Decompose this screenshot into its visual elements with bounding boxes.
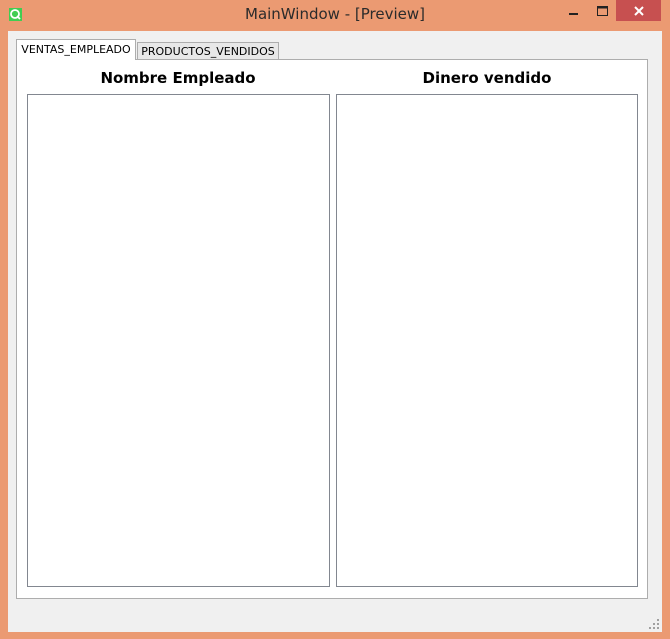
close-button[interactable] xyxy=(616,0,661,21)
dinero-vendido-list[interactable] xyxy=(336,94,638,587)
tab-ventas-empleado[interactable]: VENTAS_EMPLEADO xyxy=(16,39,136,60)
resize-grip-icon[interactable] xyxy=(649,619,659,629)
minimize-button[interactable] xyxy=(559,0,589,21)
client-area: VENTAS_EMPLEADO PRODUCTOS_VENDIDOS Nombr… xyxy=(8,31,662,632)
title-bar[interactable]: MainWindow - [Preview] xyxy=(0,0,670,30)
maximize-icon xyxy=(597,5,608,16)
maximize-button[interactable] xyxy=(589,0,616,21)
dinero-vendido-header: Dinero vendido xyxy=(422,69,552,87)
nombre-empleado-header: Nombre Empleado xyxy=(100,69,256,87)
tab-pane: Nombre Empleado Dinero vendido xyxy=(16,59,648,599)
tab-productos-vendidos[interactable]: PRODUCTOS_VENDIDOS xyxy=(137,42,279,60)
main-window: MainWindow - [Preview] VENTAS_EMPLEADO P… xyxy=(0,0,670,639)
close-icon xyxy=(633,5,644,16)
minimize-icon xyxy=(569,12,578,15)
nombre-empleado-list[interactable] xyxy=(27,94,330,587)
